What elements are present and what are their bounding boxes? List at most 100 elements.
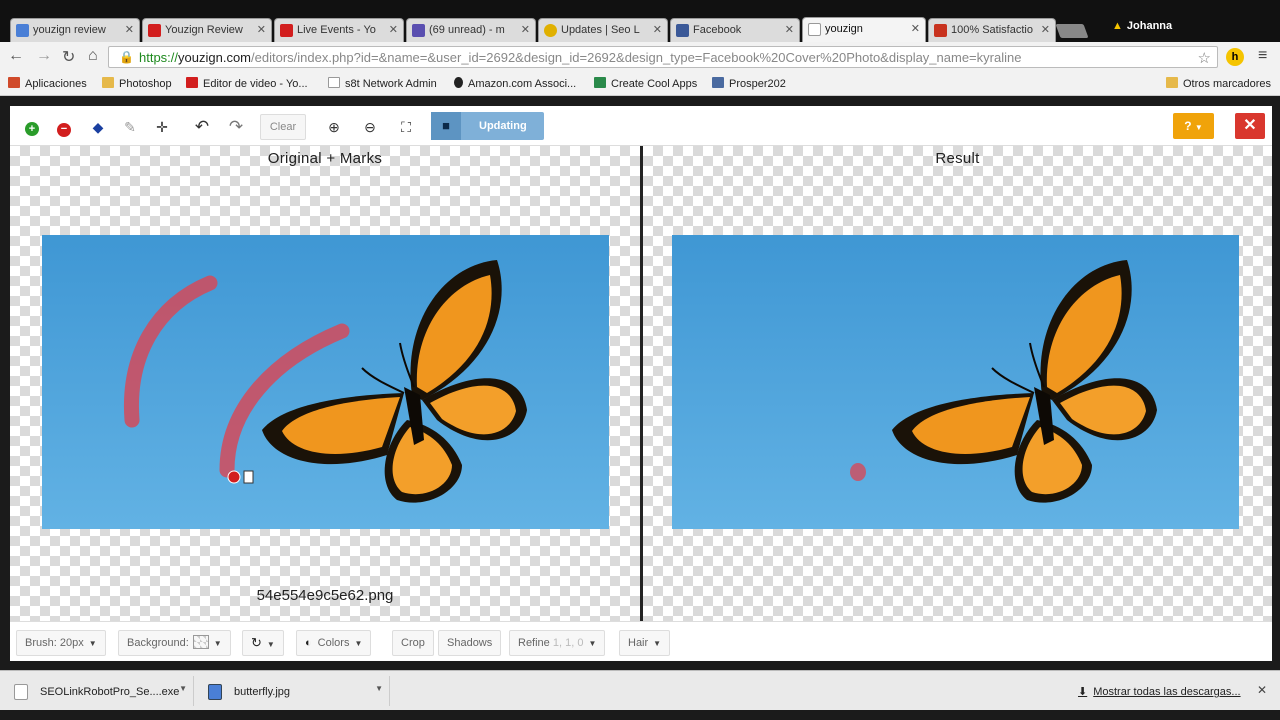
user-profile[interactable]: ▲ Johanna [1112, 20, 1172, 32]
browser-toolbar: ← → ↻ ⌂ 🔒 https://youzign.com/editors/in… [0, 42, 1280, 72]
bookmark-video-editor[interactable]: Editor de video - Yo... [186, 77, 308, 90]
amazon-icon [454, 77, 463, 88]
close-icon[interactable]: ✕ [1257, 683, 1267, 697]
clear-button[interactable]: Clear [260, 114, 306, 140]
crop-button[interactable]: Crop [392, 630, 434, 656]
bookmarks-bar: Aplicaciones Photoshop Editor de video -… [0, 72, 1280, 96]
bookmark-network-admin[interactable]: s8t Network Admin [328, 77, 437, 90]
close-icon[interactable]: ✕ [125, 23, 134, 36]
tab-updates-seo[interactable]: Updates | Seo L ✕ [538, 18, 668, 42]
close-icon[interactable]: ✕ [521, 23, 530, 36]
back-arrow-icon[interactable]: ← [8, 47, 24, 65]
tab-youzign-review-video[interactable]: Youzign Review ✕ [142, 18, 272, 42]
refine-dropdown[interactable]: Refine 1, 1, 0 ▼ [509, 630, 606, 656]
redo-button[interactable]: ↷ [222, 114, 250, 140]
tab-title: Live Events - Yo [297, 24, 376, 36]
rotate-icon: ↻ [251, 635, 262, 650]
brush-icon: ✎ [124, 119, 136, 135]
forward-arrow-icon[interactable]: → [36, 47, 52, 65]
new-tab-button[interactable] [1055, 24, 1089, 38]
bookmark-apps[interactable]: Aplicaciones [8, 77, 87, 90]
tab-satisfaction[interactable]: 100% Satisfactio ✕ [928, 18, 1056, 42]
image-filename: 54e554e9c5e62.png [256, 587, 394, 604]
tab-mail[interactable]: (69 unread) - m ✕ [406, 18, 536, 42]
chevron-down-icon: ▼ [266, 640, 275, 649]
tab-title: Youzign Review [165, 24, 243, 36]
shadows-button[interactable]: Shadows [438, 630, 502, 656]
minus-circle-icon: − [57, 123, 71, 137]
url-protocol: https:// [139, 50, 179, 65]
chevron-down-icon[interactable]: ▼ [179, 684, 187, 693]
prosper-icon [712, 77, 724, 88]
bookmark-create-cool-apps[interactable]: Create Cool Apps [594, 77, 697, 90]
original-image-canvas[interactable] [42, 235, 609, 529]
bookmark-other[interactable]: Otros marcadores [1166, 77, 1271, 90]
result-pane-title: Result [935, 150, 980, 167]
refine-value: 1, 1, 0 [552, 637, 584, 649]
show-all-downloads-link[interactable]: ⬇ Mostrar todas las descargas... [1078, 685, 1241, 698]
close-editor-button[interactable]: ✕ [1235, 113, 1265, 139]
tab-youzign[interactable]: youzign ✕ [802, 17, 926, 42]
facebook-icon [676, 24, 689, 37]
exe-icon [14, 684, 28, 700]
mark-keep-button[interactable]: + [18, 114, 46, 140]
address-bar[interactable]: 🔒 https://youzign.com/editors/index.php?… [108, 46, 1218, 68]
eraser-button[interactable]: ◆ [84, 114, 112, 140]
tab-title: Updates | Seo L [561, 24, 640, 36]
lock-icon: 🔒 [119, 50, 134, 64]
colors-dropdown[interactable]: ◐ Colors ▼ [296, 630, 372, 656]
bookmark-star-icon[interactable]: ☆ [1198, 49, 1211, 67]
bookmark-photoshop[interactable]: Photoshop [102, 77, 172, 90]
editor-toolbar: + − ◆ ✎ ✛ ↶ ↷ Clear ⊕ ⊖ ⛶ ■ Updating ? ▼… [10, 106, 1272, 146]
folder-icon [102, 77, 114, 88]
mail-icon [412, 24, 425, 37]
brush-size-dropdown[interactable]: Brush: 20px ▼ [16, 630, 106, 656]
undo-icon: ↶ [194, 117, 210, 136]
tab-facebook[interactable]: Facebook ✕ [670, 18, 800, 42]
menu-icon[interactable]: ≡ [1258, 47, 1267, 65]
close-icon[interactable]: ✕ [1041, 23, 1050, 36]
download-item-exe[interactable]: SEOLinkRobotPro_Se....exe ▼ [4, 676, 194, 706]
help-button[interactable]: ? ▼ [1173, 113, 1214, 139]
transparent-swatch-icon [192, 635, 209, 649]
page-icon [328, 77, 340, 88]
bookmark-label: Editor de video - Yo... [203, 78, 308, 90]
move-button[interactable]: ✛ [148, 114, 176, 140]
bookmark-label: Aplicaciones [25, 78, 87, 90]
page-icon [808, 23, 821, 36]
tab-title: youzign [825, 23, 863, 35]
tab-title: (69 unread) - m [429, 24, 505, 36]
tab-live-events[interactable]: Live Events - Yo ✕ [274, 18, 404, 42]
home-icon[interactable]: ⌂ [88, 47, 98, 65]
background-dropdown[interactable]: Background: ▼ [118, 630, 231, 656]
undo-button[interactable]: ↶ [188, 114, 216, 140]
close-icon[interactable]: ✕ [257, 23, 266, 36]
move-icon: ✛ [156, 119, 168, 135]
zoom-out-button[interactable]: ⊖ [356, 114, 384, 140]
extension-icon[interactable]: h [1226, 48, 1244, 66]
chevron-down-icon: ▼ [653, 639, 662, 648]
bookmark-prosper[interactable]: Prosper202 [712, 77, 786, 90]
close-icon[interactable]: ✕ [785, 23, 794, 36]
zoom-in-button[interactable]: ⊕ [320, 114, 348, 140]
save-button[interactable]: ■ Updating [431, 112, 544, 140]
brush-button[interactable]: ✎ [116, 114, 144, 140]
youtube-icon [148, 24, 161, 37]
fit-screen-button[interactable]: ⛶ [392, 114, 420, 140]
hair-dropdown[interactable]: Hair ▼ [619, 630, 671, 656]
folder-icon [1166, 77, 1178, 88]
user-icon: ▲ [1112, 20, 1123, 32]
close-icon[interactable]: ✕ [911, 22, 920, 35]
download-item-image[interactable]: butterfly.jpg ▼ [198, 676, 390, 706]
close-icon[interactable]: ✕ [653, 23, 662, 36]
rotate-dropdown[interactable]: ↻ ▼ [242, 630, 284, 656]
chevron-down-icon[interactable]: ▼ [375, 684, 383, 693]
bookmark-amazon[interactable]: Amazon.com Associ... [454, 77, 576, 90]
mark-remove-button[interactable]: − [50, 114, 78, 140]
close-icon[interactable]: ✕ [389, 23, 398, 36]
colors-label: Colors [317, 637, 350, 649]
tab-youzign-review[interactable]: youzign review ✕ [10, 18, 140, 42]
original-marks-pane[interactable]: Original + Marks 54e554e9c5e62.png [10, 146, 640, 621]
reload-icon[interactable]: ↻ [62, 47, 75, 67]
save-status-label: Updating [479, 120, 527, 132]
